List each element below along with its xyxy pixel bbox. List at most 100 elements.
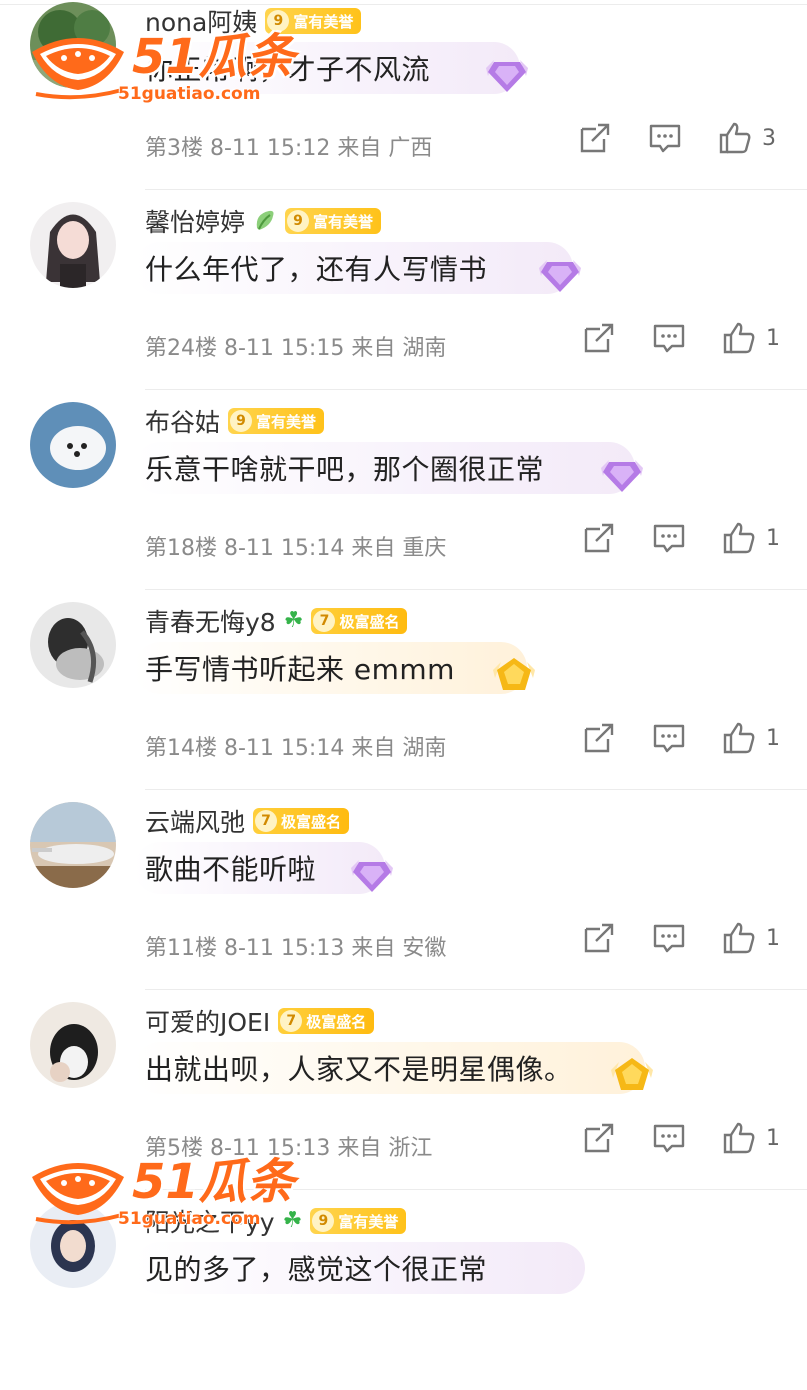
share-icon[interactable] bbox=[582, 921, 616, 955]
comment-bubble: 手写情书听起来 emmm bbox=[134, 642, 535, 694]
thumbs-up-icon bbox=[723, 922, 755, 954]
comment-text: 见的多了，感觉这个很正常 bbox=[145, 1253, 488, 1286]
comment-text: 出就出呗，人家又不是明星偶像。 bbox=[145, 1053, 573, 1086]
like-button[interactable]: 3 bbox=[718, 121, 776, 155]
comment-meta: 第18楼 8-11 15:14 来自 重庆 bbox=[145, 530, 446, 562]
from-label: 来自 bbox=[351, 736, 396, 761]
purple-gem-icon bbox=[351, 860, 393, 892]
fame-badge: 9 富有美誉 bbox=[285, 208, 382, 234]
fame-badge: 7 极富盛名 bbox=[311, 608, 408, 634]
share-icon[interactable] bbox=[582, 521, 616, 555]
username[interactable]: 云端风弛 bbox=[145, 803, 245, 839]
comment-item: 云端风弛 7 极富盛名 歌曲不能听啦 第11楼 8-11 15:13 来自 安徽 … bbox=[0, 790, 807, 990]
from-label: 来自 bbox=[337, 1136, 382, 1161]
comment-bubble: 你正常啊，才子不风流 bbox=[134, 42, 528, 94]
like-button[interactable]: 1 bbox=[722, 521, 780, 555]
comment-date: 8-11 15:12 bbox=[210, 136, 331, 161]
comment-date: 8-11 15:14 bbox=[224, 536, 345, 561]
reply-icon[interactable] bbox=[648, 121, 682, 155]
from-label: 来自 bbox=[337, 136, 382, 161]
comment-item: 青春无悔y8 ☘ 7 极富盛名 手写情书听起来 emmm 第14楼 8-11 15… bbox=[0, 590, 807, 790]
level-number: 9 bbox=[287, 210, 310, 232]
like-button[interactable]: 1 bbox=[722, 1121, 780, 1155]
purple-gem-icon bbox=[486, 60, 528, 92]
thumbs-up-icon bbox=[723, 322, 755, 354]
floor-number: 第14楼 bbox=[145, 736, 217, 761]
avatar[interactable] bbox=[30, 802, 116, 888]
avatar[interactable] bbox=[30, 602, 116, 688]
like-button[interactable]: 1 bbox=[722, 921, 780, 955]
like-count: 1 bbox=[766, 725, 780, 751]
from-label: 来自 bbox=[351, 336, 396, 361]
floor-number: 第5楼 bbox=[145, 1136, 203, 1161]
fame-badge: 9 富有美誉 bbox=[310, 1208, 407, 1234]
reply-icon[interactable] bbox=[652, 1121, 686, 1155]
like-button[interactable]: 1 bbox=[722, 721, 780, 755]
level-number: 7 bbox=[280, 1010, 303, 1032]
username[interactable]: 布谷姑 bbox=[145, 403, 220, 439]
comment-item: 阳光之下yy ☘ 9 富有美誉 见的多了，感觉这个很正常 bbox=[0, 1190, 807, 1390]
comment-meta: 第14楼 8-11 15:14 来自 湖南 bbox=[145, 730, 446, 762]
like-count: 1 bbox=[766, 325, 780, 351]
comment-text: 歌曲不能听啦 bbox=[145, 853, 317, 886]
reply-icon[interactable] bbox=[652, 321, 686, 355]
thumbs-up-icon bbox=[719, 122, 751, 154]
gold-gem-icon bbox=[611, 1058, 653, 1090]
username[interactable]: 可爱的JOEI bbox=[145, 1003, 270, 1039]
badge-label: 富有美誉 bbox=[313, 212, 374, 231]
purple-gem-icon bbox=[539, 260, 581, 292]
comment-bubble: 乐意干啥就干吧，那个圈很正常 bbox=[134, 442, 643, 494]
level-number: 9 bbox=[267, 10, 290, 32]
comment-date: 8-11 15:13 bbox=[224, 936, 345, 961]
leaf-icon bbox=[256, 210, 274, 230]
badge-label: 富有美誉 bbox=[293, 12, 354, 31]
reply-icon[interactable] bbox=[652, 921, 686, 955]
username[interactable]: 青春无悔y8 bbox=[145, 603, 276, 639]
badge-label: 极富盛名 bbox=[306, 1012, 367, 1031]
reply-icon[interactable] bbox=[652, 721, 686, 755]
reply-icon[interactable] bbox=[652, 521, 686, 555]
fame-badge: 9 富有美誉 bbox=[228, 408, 325, 434]
comment-item: 馨怡婷婷 9 富有美誉 什么年代了，还有人写情书 第24楼 8-11 15:15 … bbox=[0, 190, 807, 390]
region: 广西 bbox=[388, 136, 433, 161]
purple-gem-icon bbox=[601, 460, 643, 492]
region: 安徽 bbox=[402, 936, 447, 961]
fame-badge: 7 极富盛名 bbox=[253, 808, 350, 834]
username[interactable]: 馨怡婷婷 bbox=[145, 203, 245, 239]
thumbs-up-icon bbox=[723, 1122, 755, 1154]
badge-label: 极富盛名 bbox=[281, 812, 342, 831]
region: 湖南 bbox=[402, 736, 447, 761]
comment-text: 手写情书听起来 emmm bbox=[145, 653, 455, 686]
avatar[interactable] bbox=[30, 402, 116, 488]
avatar[interactable] bbox=[30, 1002, 116, 1088]
share-icon[interactable] bbox=[582, 321, 616, 355]
clover-icon: ☘ bbox=[283, 608, 304, 633]
fame-badge: 7 极富盛名 bbox=[278, 1008, 375, 1034]
floor-number: 第11楼 bbox=[145, 936, 217, 961]
region: 重庆 bbox=[402, 536, 447, 561]
avatar[interactable] bbox=[30, 202, 116, 288]
level-number: 9 bbox=[312, 1210, 335, 1232]
comment-meta: 第11楼 8-11 15:13 来自 安徽 bbox=[145, 930, 446, 962]
share-icon[interactable] bbox=[582, 1121, 616, 1155]
username[interactable]: 阳光之下yy bbox=[145, 1203, 275, 1239]
avatar[interactable] bbox=[30, 1202, 116, 1288]
share-icon[interactable] bbox=[582, 721, 616, 755]
from-label: 来自 bbox=[351, 536, 396, 561]
username[interactable]: nona阿姨 bbox=[145, 3, 257, 39]
avatar[interactable] bbox=[30, 2, 116, 88]
thumbs-up-icon bbox=[723, 522, 755, 554]
gold-gem-icon bbox=[493, 658, 535, 690]
level-number: 7 bbox=[313, 610, 336, 632]
fame-badge: 9 富有美誉 bbox=[265, 8, 362, 34]
comment-meta: 第24楼 8-11 15:15 来自 湖南 bbox=[145, 330, 446, 362]
level-number: 7 bbox=[255, 810, 278, 832]
comment-bubble: 出就出呗，人家又不是明星偶像。 bbox=[134, 1042, 653, 1094]
comment-date: 8-11 15:14 bbox=[224, 736, 345, 761]
share-icon[interactable] bbox=[578, 121, 612, 155]
clover-icon: ☘ bbox=[282, 1208, 303, 1233]
badge-label: 极富盛名 bbox=[339, 612, 400, 631]
like-button[interactable]: 1 bbox=[722, 321, 780, 355]
region: 浙江 bbox=[388, 1136, 433, 1161]
comment-item: 布谷姑 9 富有美誉 乐意干啥就干吧，那个圈很正常 第18楼 8-11 15:14… bbox=[0, 390, 807, 590]
